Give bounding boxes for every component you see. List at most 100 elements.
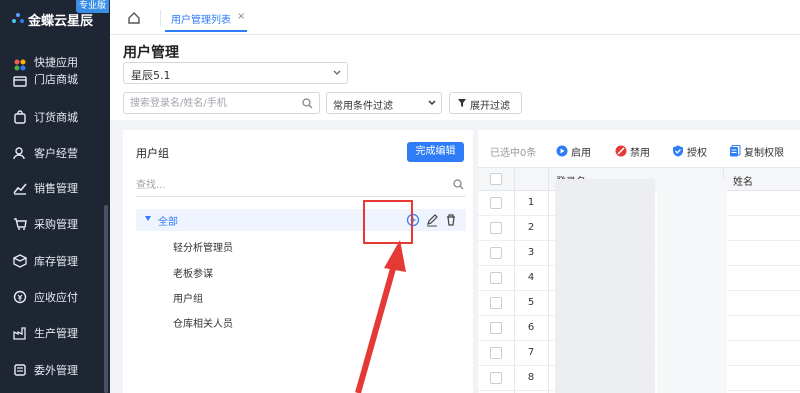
- row-checkbox[interactable]: [490, 297, 502, 309]
- sidebar-item-label: 库存管理: [34, 255, 78, 268]
- row-number: 7: [527, 347, 535, 358]
- brand-logo[interactable]: 金蝶云星辰 专业版: [0, 0, 110, 38]
- search-icon[interactable]: [453, 179, 464, 190]
- sidebar-item-label: 销售管理: [34, 182, 78, 195]
- copy-permission-label: 复制权限: [744, 147, 784, 159]
- sidebar-item-label: 客户经营: [34, 147, 78, 160]
- row-number: 1: [527, 197, 535, 208]
- cart-icon: [14, 218, 27, 230]
- version-value: 星辰5.1: [131, 69, 171, 82]
- tree-node-all[interactable]: 全部: [136, 209, 466, 231]
- expand-filter-button[interactable]: 展开过滤: [449, 92, 522, 114]
- tab-divider: [160, 10, 161, 26]
- sidebar-item-label: 采购管理: [34, 218, 78, 231]
- store-icon: [13, 76, 27, 87]
- delete-trash-icon[interactable]: [444, 213, 458, 227]
- sidebar-item-production[interactable]: 生产管理: [0, 316, 104, 350]
- copy-permission-button[interactable]: 复制权限: [729, 143, 784, 159]
- sidebar-scrollbar[interactable]: [104, 205, 108, 393]
- row-number: 6: [527, 322, 535, 333]
- disable-label: 禁用: [630, 147, 650, 159]
- group-search-input[interactable]: [136, 178, 436, 192]
- outsource-icon: [14, 364, 26, 376]
- redacted-name-column: [657, 179, 727, 393]
- sidebar-item-inventory[interactable]: 库存管理: [0, 244, 104, 278]
- sidebar-item-order-mall[interactable]: 订货商城: [0, 100, 104, 134]
- inventory-icon: [13, 254, 27, 268]
- page-header: 用户管理 星辰5.1 常用条件过滤 展开过滤: [110, 35, 800, 120]
- disable-icon: [615, 145, 627, 157]
- tab-close-icon[interactable]: ×: [237, 11, 245, 22]
- row-checkbox[interactable]: [490, 322, 502, 334]
- row-checkbox[interactable]: [490, 222, 502, 234]
- row-checkbox[interactable]: [490, 247, 502, 259]
- apps-icon: [14, 59, 26, 71]
- expand-arrow-icon[interactable]: [145, 216, 151, 221]
- select-all-checkbox[interactable]: [490, 173, 502, 185]
- tab-label: 用户管理列表: [171, 15, 231, 26]
- filter-label: 常用条件过滤: [333, 101, 393, 112]
- sidebar-item-purchase[interactable]: 采购管理: [0, 207, 104, 241]
- row-checkbox[interactable]: [490, 347, 502, 359]
- row-number: 5: [527, 297, 535, 308]
- enable-label: 启用: [571, 147, 591, 159]
- sidebar-item-label: 快捷应用: [34, 56, 78, 69]
- sidebar-item-label: 门店商城: [34, 73, 78, 86]
- user-group-panel: 用户组 完成编辑 全部 轻分析管理员 老板参谋 用户组 仓库相关人员: [123, 130, 473, 393]
- row-checkbox[interactable]: [490, 372, 502, 384]
- tree-node[interactable]: 老板参谋: [173, 265, 213, 280]
- customer-icon: [13, 147, 25, 160]
- user-search-input[interactable]: [130, 96, 290, 110]
- tree-node[interactable]: 仓库相关人员: [173, 315, 233, 330]
- edition-badge: 专业版: [76, 0, 110, 13]
- sidebar-item-sales[interactable]: 销售管理: [0, 171, 104, 205]
- sidebar: 金蝶云星辰 专业版 快捷应用 门店商城 订货商城 客户经营 销售管理 采购管理 …: [0, 0, 110, 393]
- sales-chart-icon: [13, 183, 27, 195]
- row-checkbox[interactable]: [490, 197, 502, 209]
- sidebar-item-finance[interactable]: 应收应付: [0, 280, 104, 314]
- tree-node-label: 全部: [158, 217, 178, 228]
- enable-button[interactable]: 启用: [556, 143, 591, 159]
- home-tab[interactable]: [122, 7, 146, 29]
- expand-filter-label: 展开过滤: [470, 101, 510, 112]
- sidebar-item-label: 订货商城: [34, 111, 78, 124]
- sidebar-item-label: 委外管理: [34, 364, 78, 377]
- copy-icon: [730, 145, 741, 157]
- user-list-panel: 已选中0条 启用 禁用 授权 复制权限 登录名 姓名 1 2 3 4 5 6 7…: [478, 130, 800, 393]
- version-select[interactable]: 星辰5.1: [123, 62, 348, 84]
- row-number: 8: [527, 372, 535, 383]
- sidebar-item-label: 应收应付: [34, 291, 78, 304]
- common-filter-select[interactable]: 常用条件过滤: [326, 92, 442, 114]
- row-checkbox[interactable]: [490, 272, 502, 284]
- row-number: 4: [527, 272, 535, 283]
- done-edit-button[interactable]: 完成编辑: [407, 142, 464, 162]
- sidebar-item-customer[interactable]: 客户经营: [0, 136, 104, 170]
- sidebar-item-quick-apps[interactable]: 快捷应用 门店商城: [0, 52, 104, 92]
- annotation-arrow-icon: [355, 240, 406, 393]
- chevron-down-icon: [333, 70, 341, 75]
- disable-button[interactable]: 禁用: [615, 143, 650, 159]
- kingdee-logo-icon: [12, 13, 24, 23]
- authorize-button[interactable]: 授权: [672, 143, 707, 159]
- user-group-title: 用户组: [136, 147, 169, 160]
- group-search-box: [136, 175, 466, 197]
- edit-pencil-icon[interactable]: [425, 213, 439, 227]
- column-header-name[interactable]: 姓名: [733, 173, 753, 188]
- tree-node[interactable]: 用户组: [173, 290, 203, 305]
- user-search-box: [123, 92, 320, 114]
- tab-user-management-list[interactable]: 用户管理列表 ×: [165, 4, 247, 32]
- sidebar-item-label: 生产管理: [34, 327, 78, 340]
- filter-funnel-icon: [458, 99, 466, 107]
- finance-icon: [13, 290, 27, 304]
- shopping-bag-icon: [14, 110, 26, 124]
- chevron-down-icon: [428, 100, 436, 106]
- redacted-login-column: [555, 179, 655, 393]
- row-number: 3: [527, 247, 535, 258]
- tree-node[interactable]: 轻分析管理员: [173, 239, 233, 254]
- home-icon: [128, 12, 140, 24]
- search-icon[interactable]: [302, 98, 313, 109]
- page-title: 用户管理: [123, 45, 179, 61]
- selected-count: 已选中0条: [490, 148, 537, 159]
- sidebar-item-outsource[interactable]: 委外管理: [0, 353, 104, 387]
- enable-play-icon: [556, 145, 568, 157]
